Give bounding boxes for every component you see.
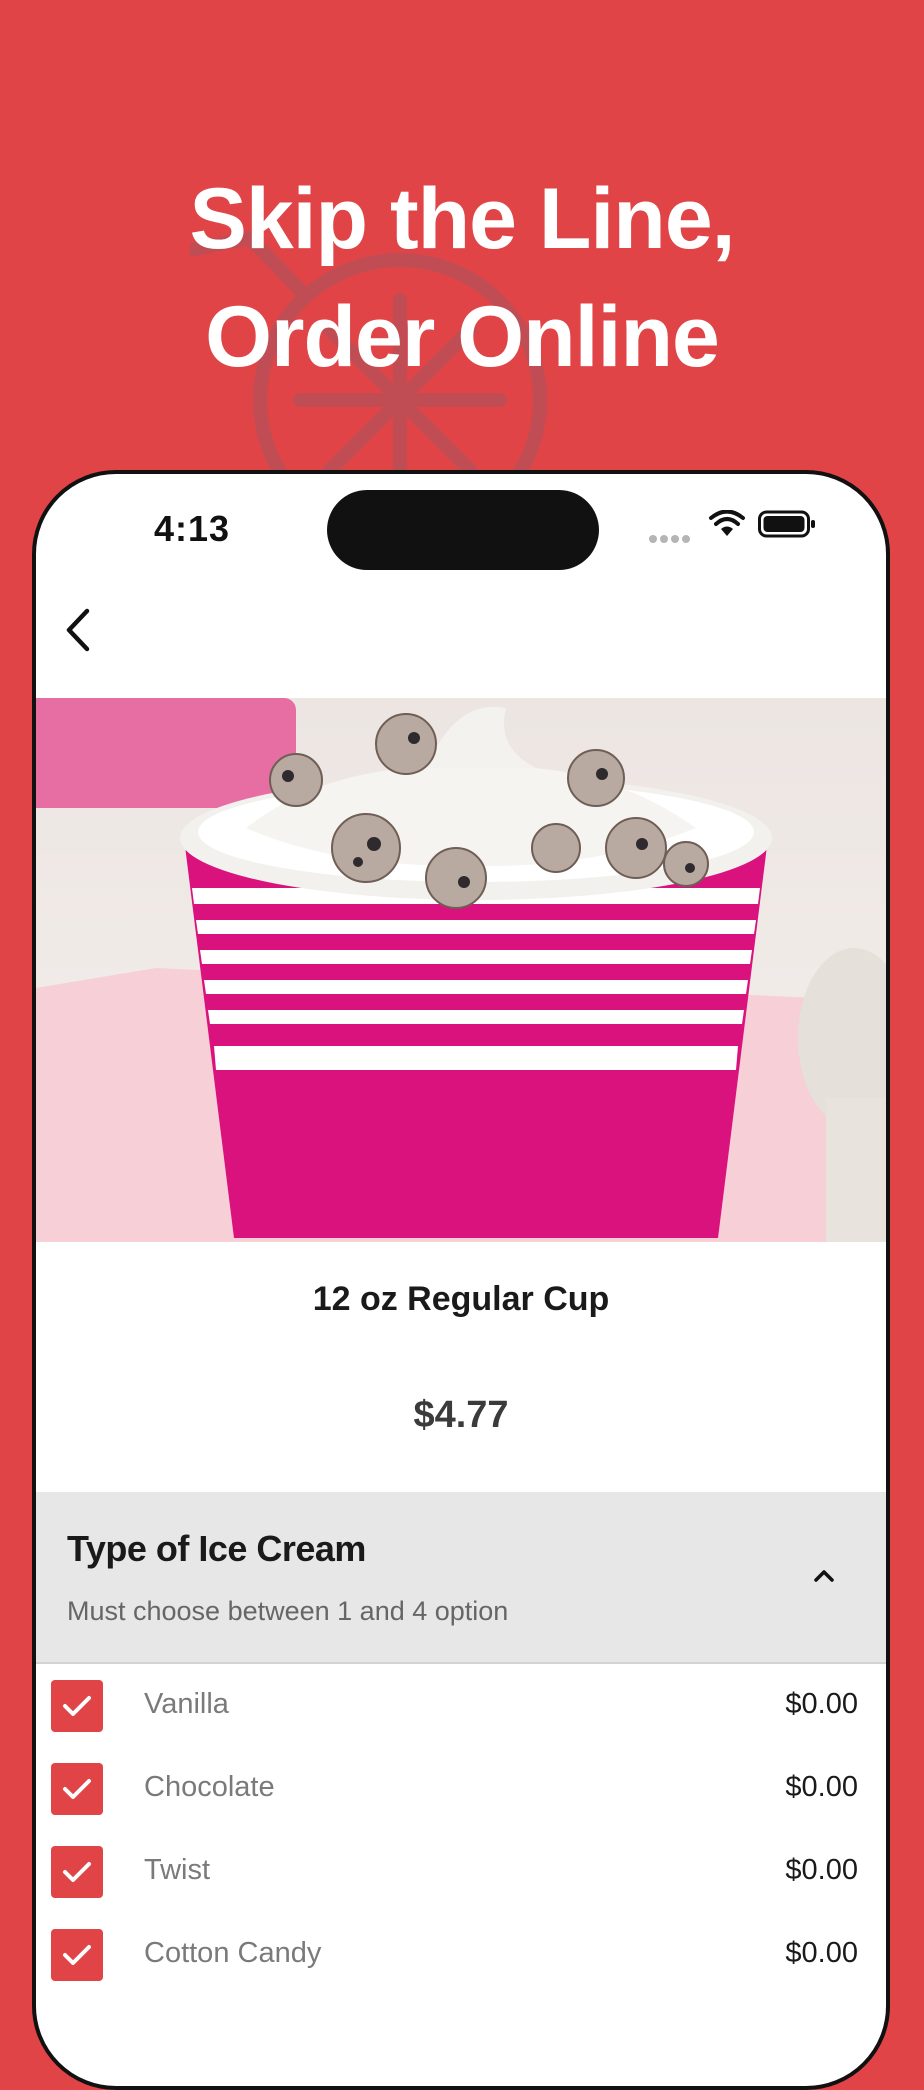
- option-row-twist[interactable]: Twist $0.00: [36, 1830, 886, 1913]
- wifi-icon: [709, 510, 745, 536]
- option-price: $0.00: [785, 1771, 858, 1803]
- checkbox-checked[interactable]: [51, 1929, 103, 1981]
- option-group-subtitle: Must choose between 1 and 4 option: [67, 1596, 509, 1626]
- option-group-title: Type of Ice Cream: [67, 1528, 366, 1569]
- product-price: $4.77: [413, 1394, 509, 1436]
- product-image: [36, 698, 886, 1242]
- option-price: $0.00: [785, 1937, 858, 1969]
- checkbox-checked[interactable]: [51, 1680, 103, 1732]
- checkmark-icon: [63, 1945, 91, 1965]
- option-label: Cotton Candy: [144, 1937, 322, 1969]
- option-label: Vanilla: [144, 1688, 229, 1720]
- checkmark-icon: [63, 1696, 91, 1716]
- dynamic-island: [327, 490, 599, 570]
- option-price: $0.00: [785, 1688, 858, 1720]
- headline-line-2: Order Online: [205, 289, 720, 385]
- checkmark-icon: [63, 1862, 91, 1882]
- option-row-vanilla[interactable]: Vanilla $0.00: [36, 1664, 886, 1747]
- option-group-header[interactable]: Type of Ice Cream Must choose between 1 …: [36, 1492, 886, 1664]
- chevron-up-icon: [814, 1570, 834, 1582]
- checkbox-checked[interactable]: [51, 1846, 103, 1898]
- option-price: $0.00: [785, 1854, 858, 1886]
- chevron-left-icon: [66, 608, 90, 652]
- signal-icon: [649, 535, 690, 543]
- promo-headline: Skip the Line, Order Online: [0, 160, 924, 396]
- checkbox-checked[interactable]: [51, 1763, 103, 1815]
- product-name: 12 oz Regular Cup: [312, 1280, 610, 1318]
- status-time: 4:13: [154, 508, 231, 549]
- phone-mockup: 4:13 12 oz Regular Cup $4.77 Type of Ice…: [32, 470, 890, 2090]
- option-row-chocolate[interactable]: Chocolate $0.00: [36, 1747, 886, 1830]
- collapse-toggle-button[interactable]: [804, 1558, 844, 1594]
- status-bar: 4:13: [36, 474, 886, 584]
- back-button[interactable]: [48, 598, 108, 662]
- frozen-yogurt-cup-photo: [36, 698, 886, 1242]
- checkmark-icon: [63, 1779, 91, 1799]
- option-row-cotton-candy[interactable]: Cotton Candy $0.00: [36, 1913, 886, 1996]
- headline-line-1: Skip the Line,: [189, 171, 735, 267]
- option-label: Chocolate: [144, 1771, 275, 1803]
- option-list: Vanilla $0.00 Chocolate $0.00 Twist $0.0…: [36, 1664, 886, 1996]
- option-label: Twist: [144, 1854, 211, 1886]
- battery-icon: [758, 510, 815, 538]
